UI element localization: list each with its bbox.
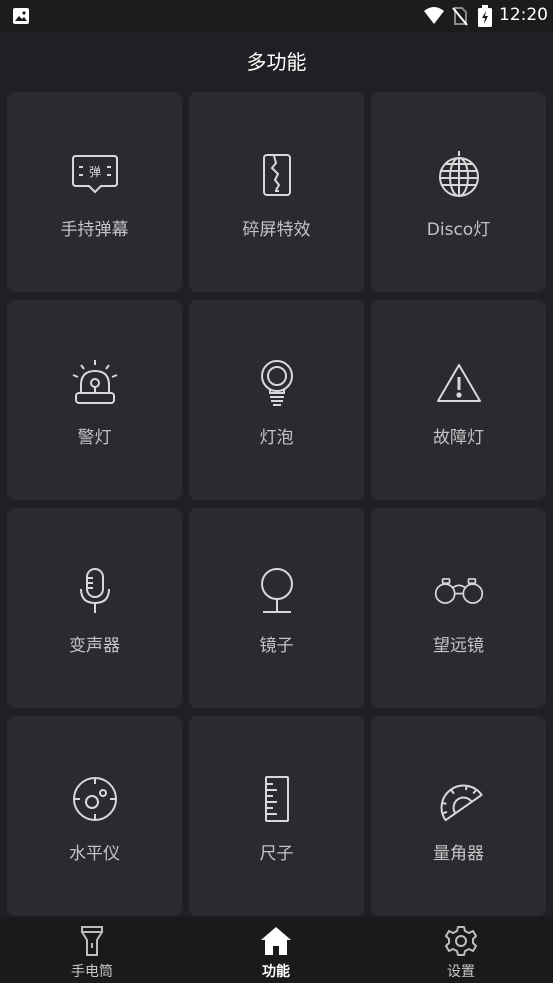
tile-label: 碎屏特效 — [242, 220, 311, 240]
flashlight-icon — [79, 925, 105, 957]
warning-triangle-icon — [434, 358, 484, 408]
tile-mirror[interactable]: 镜子 — [189, 508, 364, 708]
tile-label: 望远镜 — [433, 636, 484, 656]
home-icon — [260, 925, 292, 957]
tile-bullet-comments[interactable]: 弹 手持弹幕 — [7, 92, 182, 292]
tile-protractor[interactable]: 量角器 — [371, 716, 546, 916]
tile-label: 故障灯 — [433, 428, 484, 448]
gear-icon — [445, 925, 477, 957]
tile-police-light[interactable]: 警灯 — [7, 300, 182, 500]
tile-label: Disco灯 — [426, 220, 491, 240]
protractor-icon — [434, 774, 484, 824]
tile-label: 手持弹幕 — [60, 220, 129, 240]
tile-cracked-screen[interactable]: 碎屏特效 — [189, 92, 364, 292]
nav-label: 设置 — [447, 964, 475, 980]
siren-icon — [70, 358, 120, 408]
binoculars-icon — [434, 566, 484, 616]
tile-light-bulb[interactable]: 灯泡 — [189, 300, 364, 500]
tile-ruler[interactable]: 尺子 — [189, 716, 364, 916]
tile-spirit-level[interactable]: 水平仪 — [7, 716, 182, 916]
light-bulb-icon — [252, 358, 302, 408]
tile-label: 水平仪 — [69, 844, 120, 864]
nav-functions[interactable]: 功能 — [216, 917, 336, 983]
gallery-notification-icon — [12, 7, 30, 29]
tile-label: 尺子 — [259, 844, 294, 864]
tile-label: 变声器 — [69, 636, 120, 656]
bullet-comment-icon: 弹 — [70, 150, 120, 200]
nav-flashlight[interactable]: 手电筒 — [32, 917, 152, 983]
battery-charging-icon — [478, 5, 492, 31]
nav-settings[interactable]: 设置 — [401, 917, 521, 983]
level-gauge-icon — [70, 774, 120, 824]
tile-label: 量角器 — [433, 844, 484, 864]
tile-warning-light[interactable]: 故障灯 — [371, 300, 546, 500]
app-header: 多功能 — [0, 32, 553, 88]
tile-label: 灯泡 — [259, 428, 294, 448]
tile-label: 警灯 — [77, 428, 112, 448]
tile-disco-light[interactable]: Disco灯 — [371, 92, 546, 292]
tile-label: 镜子 — [259, 636, 294, 656]
wifi-icon — [423, 6, 445, 30]
status-bar: 12:20 — [0, 0, 553, 32]
nav-label: 手电筒 — [71, 964, 113, 980]
ruler-icon — [252, 774, 302, 824]
status-time: 12:20 — [499, 5, 548, 25]
microphone-icon — [70, 566, 120, 616]
cracked-phone-icon — [252, 150, 302, 200]
svg-text:弹: 弹 — [88, 165, 100, 179]
feature-grid: 弹 手持弹幕 碎屏特效 Disco灯 警灯 灯泡 故障灯 变声器 镜子 望远镜 … — [7, 92, 547, 916]
mirror-icon — [252, 566, 302, 616]
page-title: 多功能 — [246, 49, 307, 74]
nav-label: 功能 — [262, 964, 290, 980]
disco-ball-icon — [434, 150, 484, 200]
bottom-nav: 手电筒 功能 设置 — [0, 917, 553, 983]
tile-voice-changer[interactable]: 变声器 — [7, 508, 182, 708]
no-sim-icon — [451, 6, 469, 30]
tile-telescope[interactable]: 望远镜 — [371, 508, 546, 708]
